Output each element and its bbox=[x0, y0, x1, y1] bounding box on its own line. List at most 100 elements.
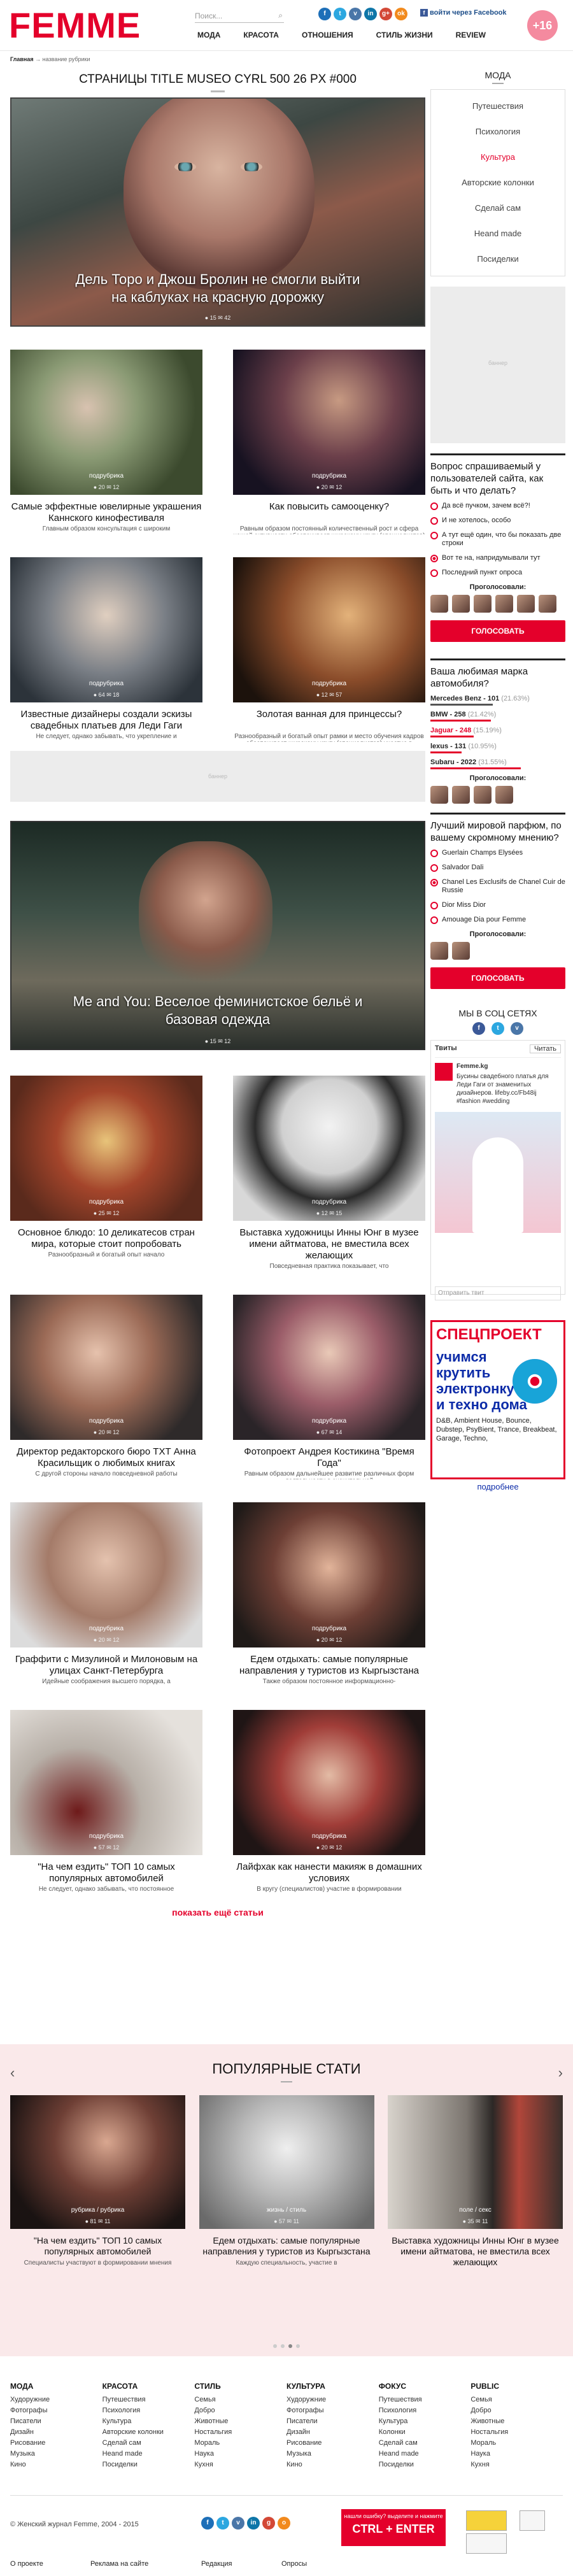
dot-active[interactable] bbox=[288, 2344, 292, 2348]
tweet-input[interactable]: Отправить твит bbox=[435, 1286, 561, 1300]
article-card[interactable]: подрубрика ● 12 ✉ 57 Золотая ванная для пр… bbox=[233, 557, 425, 742]
facebook-icon[interactable]: f bbox=[201, 2517, 214, 2530]
footer-link[interactable]: Ностальгия bbox=[194, 2428, 286, 2436]
footer-link[interactable]: Путешествия bbox=[103, 2396, 195, 2403]
poll-option[interactable]: А тут ещё один, что бы показать две стро… bbox=[430, 531, 565, 548]
article-card[interactable]: подрубрика ● 20 ✉ 12 Лайфхак как нанести м… bbox=[233, 1710, 425, 1895]
article-title[interactable]: Фотопроект Андрея Костикина "Время Года" bbox=[233, 1446, 425, 1469]
vote-button[interactable]: ГОЛОСОВАТЬ bbox=[430, 967, 565, 989]
footer-link[interactable]: Музыка bbox=[10, 2450, 103, 2458]
article-tag[interactable]: подрубрика bbox=[10, 1199, 202, 1206]
article-tag[interactable]: подрубрика bbox=[233, 680, 425, 687]
article-tag[interactable]: подрубрика bbox=[10, 1833, 202, 1840]
article-tag[interactable]: подрубрика bbox=[233, 1833, 425, 1840]
tweet-image[interactable] bbox=[435, 1112, 561, 1233]
footer-link[interactable]: Кухня bbox=[194, 2461, 286, 2468]
vk-icon[interactable]: v bbox=[232, 2517, 244, 2530]
footer-link-polls[interactable]: Опросы bbox=[281, 2560, 362, 2568]
article-tag[interactable]: рубрика / рубрика bbox=[10, 2207, 185, 2214]
footer-link[interactable]: Наука bbox=[470, 2450, 563, 2458]
vk-icon[interactable]: v bbox=[511, 1022, 523, 1035]
footer-link[interactable]: Heand made bbox=[103, 2450, 195, 2458]
footer-link[interactable]: Психология bbox=[103, 2407, 195, 2414]
sidebar-item-diy[interactable]: Сделай сам bbox=[431, 196, 565, 221]
sidebar-item-gatherings[interactable]: Посиделки bbox=[431, 246, 565, 272]
poll-option[interactable]: Последний пункт опроса bbox=[430, 569, 565, 577]
counter-badge[interactable] bbox=[466, 2533, 507, 2554]
footer-link[interactable]: Кино bbox=[286, 2461, 379, 2468]
footer-link[interactable]: Музыка bbox=[286, 2450, 379, 2458]
article-tag[interactable]: подрубрика bbox=[233, 473, 425, 480]
footer-link[interactable]: Добро bbox=[470, 2407, 563, 2414]
sidebar-item-psychology[interactable]: Психология bbox=[431, 119, 565, 145]
avatar[interactable] bbox=[430, 942, 448, 960]
googleplus-icon[interactable]: g+ bbox=[379, 8, 392, 20]
article-title[interactable]: Директор редакторского бюро ТХТ Анна Кра… bbox=[10, 1446, 202, 1469]
footer-column-heading[interactable]: КРАСОТА bbox=[103, 2382, 195, 2391]
footer-link[interactable]: Авторские колонки bbox=[103, 2428, 195, 2436]
dot[interactable] bbox=[273, 2344, 277, 2348]
footer-link[interactable]: Путешествия bbox=[379, 2396, 471, 2403]
poll-option[interactable]: Amouage Dia pour Femme bbox=[430, 916, 565, 924]
googleplus-icon[interactable]: g bbox=[262, 2517, 275, 2530]
article-title[interactable]: "На чем ездить" ТОП 10 самых популярных … bbox=[10, 1861, 202, 1884]
footer-link[interactable]: Колонки bbox=[379, 2428, 471, 2436]
footer-link[interactable]: Дизайн bbox=[286, 2428, 379, 2436]
footer-link[interactable]: Мораль bbox=[470, 2439, 563, 2447]
sidebar-item-columns[interactable]: Авторские колонки bbox=[431, 170, 565, 196]
nav-item-otnosheniya[interactable]: ОТНОШЕНИЯ bbox=[302, 31, 353, 39]
footer-link[interactable]: Худоружние bbox=[10, 2396, 103, 2403]
logo[interactable]: FEMME bbox=[9, 6, 141, 45]
poll-option[interactable]: Dior Miss Dior bbox=[430, 901, 565, 909]
popular-card[interactable]: поле / секс ● 35 ✉ 11 Выставка художницы… bbox=[388, 2095, 563, 2268]
avatar[interactable] bbox=[495, 595, 513, 613]
article-card[interactable]: подрубрика ● 20 ✉ 12 Граффити с Мизулиной … bbox=[10, 1502, 202, 1687]
follow-button[interactable]: Читать bbox=[529, 1044, 561, 1053]
article-tag[interactable]: подрубрика bbox=[10, 1625, 202, 1632]
article-card[interactable]: подрубрика ● 20 ✉ 12 Самые эффектные ювели… bbox=[10, 350, 202, 534]
dot[interactable] bbox=[281, 2344, 285, 2348]
article-card[interactable]: подрубрика ● 20 ✉ 12 Директор редакторског… bbox=[10, 1295, 202, 1479]
poll-option[interactable]: Вот те на, напридумывали тут bbox=[430, 554, 565, 562]
article-tag[interactable]: подрубрика bbox=[10, 473, 202, 480]
footer-link[interactable]: Кино bbox=[10, 2461, 103, 2468]
facebook-icon[interactable]: f bbox=[472, 1022, 485, 1035]
footer-link[interactable]: Писатели bbox=[10, 2417, 103, 2425]
footer-link[interactable]: Сделай сам bbox=[103, 2439, 195, 2447]
odnoklassniki-icon[interactable]: ok bbox=[395, 8, 407, 20]
radio-icon[interactable] bbox=[430, 569, 438, 577]
article-card[interactable]: подрубрика ● 12 ✉ 15 Выставка художницы Ин… bbox=[233, 1076, 425, 1272]
twitter-icon[interactable]: t bbox=[334, 8, 346, 20]
search-input[interactable]: Поиск... ⌕ bbox=[195, 8, 284, 23]
radio-icon[interactable] bbox=[430, 916, 438, 924]
nav-item-moda[interactable]: МОДА bbox=[197, 31, 220, 39]
search-icon[interactable]: ⌕ bbox=[278, 11, 283, 20]
footer-link[interactable]: Добро bbox=[194, 2407, 286, 2414]
avatar[interactable] bbox=[430, 786, 448, 804]
account-avatar[interactable] bbox=[435, 1063, 453, 1081]
article-title[interactable]: Самые эффектные ювелирные украшения Канн… bbox=[10, 501, 202, 524]
footer-column-heading[interactable]: PUBLIC bbox=[470, 2382, 563, 2391]
footer-link[interactable]: Фотографы bbox=[10, 2407, 103, 2414]
sidebar-item-handmade[interactable]: Heand made bbox=[431, 221, 565, 246]
article-tag[interactable]: поле / секс bbox=[388, 2207, 563, 2214]
avatar[interactable] bbox=[474, 595, 492, 613]
odnoklassniki-icon[interactable]: o bbox=[278, 2517, 290, 2530]
radio-icon[interactable] bbox=[430, 902, 438, 909]
article-card[interactable]: подрубрика ● 20 ✉ 12 Едем отдыхать: самые … bbox=[233, 1502, 425, 1687]
article-title[interactable]: Известные дизайнеры создали эскизы сваде… bbox=[10, 709, 202, 732]
radio-icon[interactable] bbox=[430, 864, 438, 872]
footer-link[interactable]: Наука bbox=[194, 2450, 286, 2458]
footer-link-about[interactable]: О проекте bbox=[10, 2560, 90, 2568]
article-title[interactable]: Золотая ванная для принцессы? bbox=[233, 709, 425, 732]
avatar[interactable] bbox=[452, 942, 470, 960]
article-title[interactable]: Выставка художницы Инны Юнг в музее имен… bbox=[388, 2235, 563, 2268]
article-card[interactable]: подрубрика ● 25 ✉ 12 Основное блюдо: 10 де… bbox=[10, 1076, 202, 1272]
footer-link[interactable]: Рисование bbox=[286, 2439, 379, 2447]
article-card[interactable]: подрубрика ● 57 ✉ 12 "На чем ездить" ТОП 1… bbox=[10, 1710, 202, 1895]
radio-icon[interactable] bbox=[430, 517, 438, 525]
footer-link[interactable]: Семья bbox=[194, 2396, 286, 2403]
footer-link[interactable]: Животные bbox=[194, 2417, 286, 2425]
dot[interactable] bbox=[296, 2344, 300, 2348]
footer-link[interactable]: Кухня bbox=[470, 2461, 563, 2468]
